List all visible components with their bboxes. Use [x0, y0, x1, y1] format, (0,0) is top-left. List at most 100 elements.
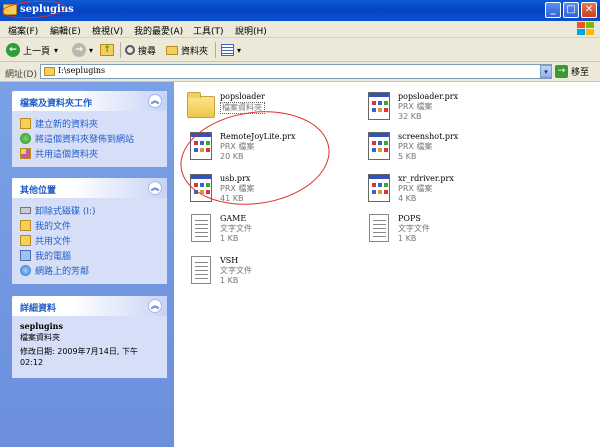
- file-size: 1 KB: [220, 276, 239, 285]
- file-item[interactable]: screenshot.prx PRX 檔案 5 KB: [364, 130, 458, 170]
- folders-button[interactable]: 資料夾: [166, 42, 208, 58]
- toolbar-divider: [215, 42, 216, 58]
- file-name: popsloader.prx: [398, 92, 459, 101]
- menu-edit[interactable]: 編輯(E): [50, 24, 81, 37]
- minimize-button[interactable]: _: [545, 2, 561, 18]
- file-name: GAME: [220, 214, 247, 223]
- title-bar[interactable]: seplugins _ □ ✕: [0, 0, 600, 21]
- place-my-documents[interactable]: 我的文件: [20, 218, 159, 233]
- file-item[interactable]: GAME 文字文件 1 KB: [186, 212, 252, 252]
- share-folder-icon: [20, 148, 31, 159]
- toolbar-divider: [120, 42, 121, 58]
- task-pane: 檔案及資料夾工作 ︽ 建立新的資料夾 將這個資料夾發佈到網站 共用這個資料夾 其…: [0, 82, 174, 447]
- address-dropdown-button[interactable]: ▾: [540, 65, 552, 78]
- chevron-down-icon[interactable]: ▾: [89, 46, 93, 55]
- go-arrow-icon: →: [555, 65, 568, 78]
- prx-file-icon: [364, 130, 394, 162]
- maximize-button[interactable]: □: [563, 2, 579, 18]
- file-tasks-header[interactable]: 檔案及資料夾工作 ︽: [12, 91, 167, 111]
- details-name: seplugins: [20, 321, 63, 331]
- close-button[interactable]: ✕: [581, 2, 597, 18]
- place-shared-documents[interactable]: 共用文件: [20, 233, 159, 248]
- panel-title: 詳細資料: [20, 304, 57, 314]
- views-button[interactable]: ▾: [221, 42, 241, 58]
- menu-view[interactable]: 檢視(V): [92, 24, 123, 37]
- file-item[interactable]: xr_rdriver.prx PRX 檔案 4 KB: [364, 172, 454, 212]
- other-places-panel: 其他位置 ︽ 卸除式磁碟 (I:) 我的文件 共用文件 我的電腦 網路上的芳鄰: [12, 178, 167, 284]
- back-button[interactable]: ← 上一頁 ▾: [6, 42, 58, 58]
- address-input[interactable]: I:\seplugins: [40, 64, 552, 79]
- address-label: 網址(D): [5, 70, 37, 80]
- folder-icon: [186, 90, 216, 122]
- other-places-header[interactable]: 其他位置 ︽: [12, 178, 167, 198]
- file-size: 5 KB: [398, 152, 417, 161]
- forward-arrow-icon: →: [72, 43, 86, 57]
- file-size: 32 KB: [398, 112, 422, 121]
- place-network[interactable]: 網路上的芳鄰: [20, 263, 159, 278]
- task-label: 共用這個資料夾: [35, 150, 99, 160]
- file-tasks-panel: 檔案及資料夾工作 ︽ 建立新的資料夾 將這個資料夾發佈到網站 共用這個資料夾: [12, 91, 167, 167]
- up-folder-icon: ↑: [100, 44, 114, 56]
- file-type: PRX 檔案: [398, 142, 433, 151]
- file-type: PRX 檔案: [398, 102, 433, 111]
- folders-label: 資料夾: [181, 46, 209, 57]
- back-arrow-icon: ←: [6, 43, 20, 57]
- search-icon: [125, 45, 135, 55]
- place-label: 卸除式磁碟 (I:): [35, 207, 96, 217]
- file-name: xr_rdriver.prx: [398, 174, 454, 183]
- details-header[interactable]: 詳細資料 ︽: [12, 296, 167, 316]
- menu-help[interactable]: 說明(H): [235, 24, 267, 37]
- place-my-computer[interactable]: 我的電腦: [20, 248, 159, 263]
- details-type: 檔案資料夾: [20, 333, 60, 342]
- file-item[interactable]: POPS 文字文件 1 KB: [364, 212, 430, 252]
- address-bar: 網址(D) I:\seplugins ▾ → 移至: [0, 62, 600, 82]
- file-type: PRX 檔案: [398, 184, 433, 193]
- network-icon: [20, 265, 31, 276]
- file-type: 文字文件: [220, 224, 252, 233]
- file-type: 文字文件: [220, 266, 252, 275]
- task-label: 將這個資料夾發佈到網站: [35, 135, 135, 145]
- chevron-down-icon[interactable]: ▾: [54, 46, 58, 55]
- task-share-folder[interactable]: 共用這個資料夾: [20, 146, 159, 161]
- place-label: 網路上的芳鄰: [35, 267, 90, 277]
- file-item[interactable]: popsloader.prx PRX 檔案 32 KB: [364, 90, 458, 130]
- file-size: 1 KB: [398, 234, 417, 243]
- forward-button[interactable]: → ▾: [72, 42, 93, 58]
- place-label: 我的文件: [35, 222, 72, 232]
- up-folder-button[interactable]: ↑: [100, 42, 114, 58]
- place-label: 共用文件: [35, 237, 72, 247]
- text-file-icon: [186, 254, 216, 286]
- file-name: popsloader: [220, 92, 265, 101]
- file-item[interactable]: VSH 文字文件 1 KB: [186, 254, 252, 294]
- text-file-icon: [364, 212, 394, 244]
- toolbar: ← 上一頁 ▾ → ▾ ↑ 搜尋 資料夾 ▾: [0, 38, 600, 62]
- file-name: POPS: [398, 214, 421, 223]
- menu-favorites[interactable]: 我的最愛(A): [134, 24, 183, 37]
- place-label: 我的電腦: [35, 252, 72, 262]
- menu-tools[interactable]: 工具(T): [193, 24, 224, 37]
- collapse-icon[interactable]: ︽: [148, 181, 162, 195]
- file-type: 文字文件: [398, 224, 430, 233]
- file-name: VSH: [220, 256, 239, 265]
- task-publish-web[interactable]: 將這個資料夾發佈到網站: [20, 131, 159, 146]
- collapse-icon[interactable]: ︽: [148, 94, 162, 108]
- panel-title: 其他位置: [20, 186, 57, 196]
- shared-documents-icon: [20, 235, 31, 246]
- my-documents-icon: [20, 220, 31, 231]
- chevron-down-icon: ▾: [237, 45, 242, 55]
- new-folder-icon: [20, 118, 31, 129]
- panel-title: 檔案及資料夾工作: [20, 99, 93, 109]
- globe-icon: [20, 133, 31, 144]
- windows-logo-icon: [576, 22, 596, 36]
- address-value: I:\seplugins: [58, 66, 106, 75]
- menu-file[interactable]: 檔案(F): [8, 24, 38, 37]
- place-removable-disk[interactable]: 卸除式磁碟 (I:): [20, 203, 159, 218]
- task-new-folder[interactable]: 建立新的資料夾: [20, 116, 159, 131]
- file-name: screenshot.prx: [398, 132, 459, 141]
- go-button[interactable]: → 移至: [555, 65, 589, 78]
- details-panel: 詳細資料 ︽ seplugins 檔案資料夾 修改日期: 2009年7月14日,…: [12, 296, 167, 378]
- collapse-icon[interactable]: ︽: [148, 299, 162, 313]
- search-button[interactable]: 搜尋: [125, 42, 156, 58]
- menu-bar: 檔案(F) 編輯(E) 檢視(V) 我的最愛(A) 工具(T) 說明(H): [0, 21, 600, 38]
- my-computer-icon: [20, 250, 31, 261]
